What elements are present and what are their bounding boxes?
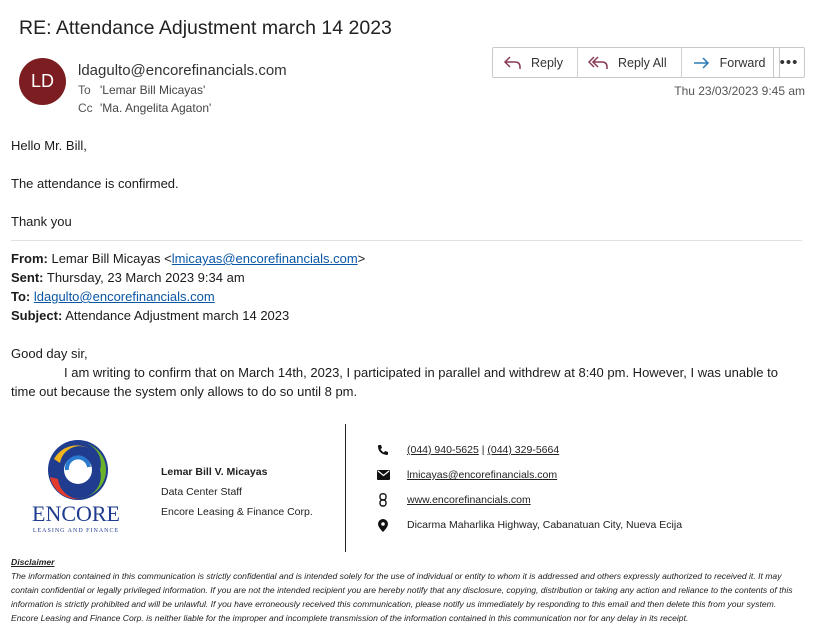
quoted-sent-value: Thursday, 23 March 2023 9:34 am: [46, 270, 245, 285]
sender-address[interactable]: ldagulto@encorefinancials.com: [78, 62, 287, 79]
reply-icon: [503, 55, 521, 69]
signature-name: Lemar Bill V. Micayas: [161, 466, 268, 478]
reply-button[interactable]: Reply: [493, 48, 578, 77]
phone-icon: [376, 443, 390, 457]
quoted-message: I am writing to confirm that on March 14…: [11, 365, 778, 399]
signature-title: Data Center Staff: [161, 486, 242, 498]
logo-subtext: LEASING AND FINANCE: [33, 528, 119, 534]
envelope-icon: [376, 468, 390, 482]
signature-website[interactable]: www.encorefinancials.com: [407, 494, 531, 506]
received-date: Thu 23/03/2023 9:45 am: [674, 84, 805, 98]
forward-icon: [693, 56, 709, 69]
link-icon: [376, 493, 390, 507]
quoted-from-end: >: [357, 251, 366, 266]
signature-company: Encore Leasing & Finance Corp.: [161, 506, 313, 518]
signature-block: Lemar Bill V. Micayas Data Center Staff …: [161, 462, 313, 522]
quoted-from-name: Lemar Bill Micayas <: [51, 251, 172, 266]
email-subject: RE: Attendance Adjustment march 14 2023: [19, 17, 392, 39]
cc-label: Cc: [78, 101, 93, 115]
more-actions-button[interactable]: •••: [773, 47, 805, 78]
cc-row: Cc 'Ma. Angelita Agaton': [78, 101, 211, 115]
quote-divider: [11, 240, 802, 241]
quoted-to-email[interactable]: ldagulto@encorefinancials.com: [34, 289, 215, 304]
reply-all-label: Reply All: [617, 55, 667, 70]
quoted-subject: Subject: Attendance Adjustment march 14 …: [11, 306, 801, 325]
message-body: Hello Mr. Bill, The attendance is confir…: [11, 136, 802, 401]
quoted-to: To: ldagulto@encorefinancials.com: [11, 287, 801, 306]
signature-address: Dicarma Maharlika Highway, Cabanatuan Ci…: [407, 519, 683, 531]
reply-line: The attendance is confirmed.: [11, 176, 179, 191]
signature-email[interactable]: lmicayas@encorefinancials.com: [407, 469, 557, 481]
to-recipient[interactable]: 'Lemar Bill Micayas': [100, 83, 205, 97]
logo-text: ENCORE: [32, 501, 120, 526]
sent-label: Sent:: [11, 270, 44, 285]
quoted-from: From: Lemar Bill Micayas <lmicayas@encor…: [11, 249, 801, 268]
contact-address: Dicarma Maharlika Highway, Cabanatuan Ci…: [376, 518, 682, 532]
sender-avatar: LD: [19, 58, 66, 105]
to-label: To: [78, 83, 91, 97]
from-label: From:: [11, 251, 48, 266]
quoted-subject-value: Attendance Adjustment march 14 2023: [65, 308, 290, 323]
location-pin-icon: [376, 518, 390, 532]
avatar-initials: LD: [30, 71, 54, 91]
reply-label: Reply: [531, 55, 563, 70]
signature-divider: [345, 424, 346, 552]
reply-all-icon: [587, 55, 608, 69]
disclaimer: Disclaimer The information contained in …: [11, 555, 803, 625]
message-actions: Reply Reply All Forward: [492, 47, 781, 78]
subject-label: Subject:: [11, 308, 63, 323]
encore-logo-mark: ENCORE LEASING AND FINANCE: [32, 440, 120, 534]
quoted-sent: Sent: Thursday, 23 March 2023 9:34 am: [11, 268, 801, 287]
reply-closing: Thank you: [11, 214, 72, 229]
contact-email: lmicayas@encorefinancials.com: [376, 468, 557, 482]
forward-label: Forward: [719, 55, 766, 70]
to-row: To 'Lemar Bill Micayas': [78, 83, 205, 97]
to-quoted-label: To:: [11, 289, 31, 304]
phone-1[interactable]: (044) 940-5625: [407, 444, 479, 456]
forward-button[interactable]: Forward: [682, 48, 780, 77]
phone-2[interactable]: (044) 329-5664: [487, 444, 559, 456]
disclaimer-title: Disclaimer: [11, 557, 55, 567]
contact-website: www.encorefinancials.com: [376, 493, 531, 507]
reply-all-button[interactable]: Reply All: [578, 48, 682, 77]
quoted-greeting: Good day sir,: [11, 346, 88, 361]
quoted-from-email[interactable]: lmicayas@encorefinancials.com: [172, 251, 358, 266]
cc-recipient[interactable]: 'Ma. Angelita Agaton': [100, 101, 211, 115]
reply-greeting: Hello Mr. Bill,: [11, 138, 87, 153]
disclaimer-text: The information contained in this commun…: [11, 571, 793, 623]
encore-logo: ENCORE LEASING AND FINANCE: [20, 437, 132, 537]
contact-phone: (044) 940-5625 | (044) 329-5664: [376, 443, 559, 457]
phone-separator: |: [478, 444, 488, 456]
